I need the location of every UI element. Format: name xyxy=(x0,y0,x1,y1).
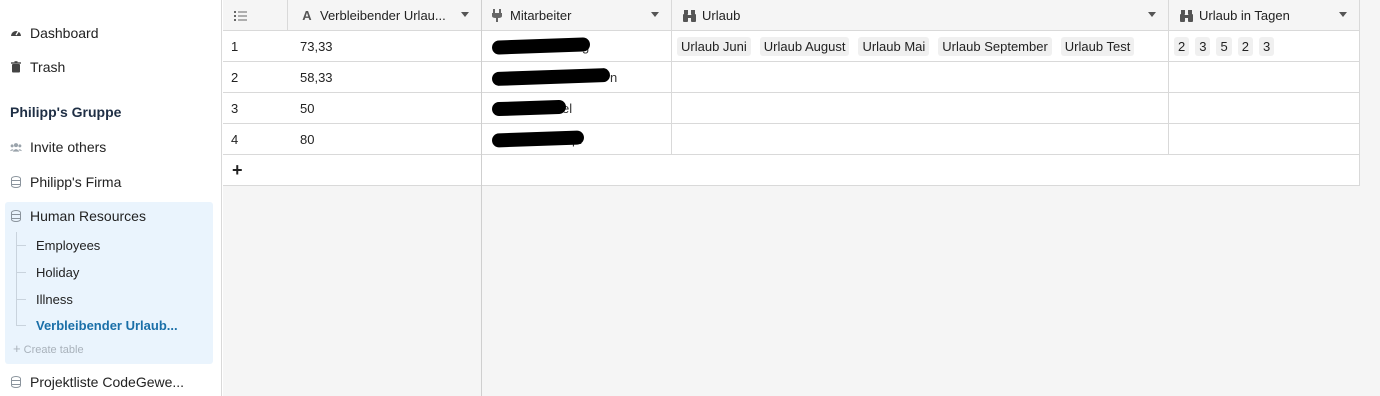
urlaub-cell[interactable]: Urlaub Juni Urlaub August Urlaub Mai Url… xyxy=(672,31,1169,62)
urlaub-tag: Urlaub September xyxy=(938,36,1052,56)
create-table-label: Create table xyxy=(23,344,84,356)
tree-tick xyxy=(16,299,26,300)
sidebar-table-illness[interactable]: Illness xyxy=(36,292,73,307)
tree-line xyxy=(16,232,17,326)
urlaub-days-cell[interactable] xyxy=(1169,93,1360,124)
sidebar-base-label: Projektliste CodeGewe... xyxy=(30,374,185,390)
sidebar-invite-label: Invite others xyxy=(30,139,107,155)
sidebar-base-projektliste[interactable]: Projektliste CodeGewe... xyxy=(10,372,184,392)
urlaub-days-cell[interactable] xyxy=(1169,62,1360,93)
dashboard-icon xyxy=(10,27,22,39)
database-icon xyxy=(10,176,22,188)
remaining-cell[interactable]: 80 xyxy=(288,124,482,155)
row-number-cell[interactable]: 3 xyxy=(223,93,288,124)
frozen-column-divider xyxy=(481,0,482,396)
column-header-label: Mitarbeiter xyxy=(510,8,572,23)
link-icon xyxy=(490,9,504,23)
people-icon xyxy=(10,141,22,153)
trash-icon xyxy=(10,61,22,73)
sidebar-table-verbleibender-urlaub[interactable]: Verbleibender Urlaub... xyxy=(36,318,178,333)
sidebar-base-label: Philipp's Firma xyxy=(30,174,122,190)
employee-cell[interactable]: g xyxy=(482,31,672,62)
row-number: 1 xyxy=(231,38,239,54)
sidebar-base-label: Human Resources xyxy=(30,208,146,224)
chevron-down-icon[interactable] xyxy=(651,12,659,17)
column-header-urlaub-in-tagen[interactable]: Urlaub in Tagen xyxy=(1169,0,1360,31)
add-row-area[interactable] xyxy=(482,155,1360,186)
urlaub-days-cell[interactable] xyxy=(1169,124,1360,155)
tree-tick xyxy=(16,272,26,273)
chevron-down-icon[interactable] xyxy=(461,12,469,17)
remaining-cell[interactable]: 58,33 xyxy=(288,62,482,93)
remaining-cell[interactable]: 73,33 xyxy=(288,31,482,62)
database-icon xyxy=(10,210,22,222)
column-header-label: Urlaub in Tagen xyxy=(1199,8,1290,23)
urlaub-tag: Urlaub August xyxy=(759,36,850,56)
urlaub-days-tag: 2 xyxy=(1237,36,1253,56)
text-icon: A xyxy=(302,8,312,23)
redaction-mark xyxy=(491,130,585,148)
redaction-mark xyxy=(491,67,611,87)
chevron-down-icon[interactable] xyxy=(1339,12,1347,17)
remaining-value: 80 xyxy=(300,131,315,147)
row-number-cell[interactable]: 4 xyxy=(223,124,288,155)
tree-tick xyxy=(16,325,26,326)
urlaub-cell[interactable] xyxy=(672,62,1169,93)
remaining-cell[interactable]: 50 xyxy=(288,93,482,124)
urlaub-tag: Urlaub Juni xyxy=(677,36,751,56)
employee-cell[interactable]: el xyxy=(482,93,672,124)
row-number: 3 xyxy=(231,100,239,116)
binoculars-icon xyxy=(1179,9,1193,23)
plus-icon: + xyxy=(13,341,21,356)
employee-cell[interactable]: n xyxy=(482,62,672,93)
tree-tick xyxy=(16,245,26,246)
add-row-button[interactable]: + xyxy=(223,155,482,186)
redaction-mark xyxy=(491,99,567,117)
sidebar-table-employees[interactable]: Employees xyxy=(36,238,100,253)
employee-name-fragment: n xyxy=(610,70,618,85)
remaining-value: 50 xyxy=(300,100,315,116)
binoculars-icon xyxy=(682,9,696,23)
column-header-verbleibender-urlaub[interactable]: A Verbleibender Urlau... xyxy=(288,0,482,31)
row-number: 2 xyxy=(231,69,239,85)
chevron-down-icon[interactable] xyxy=(1148,12,1156,17)
row-number-cell[interactable]: 1 xyxy=(223,31,288,62)
remaining-value: 58,33 xyxy=(300,69,333,85)
sidebar-dashboard[interactable]: Dashboard xyxy=(10,23,99,43)
sidebar: Dashboard Trash Philipp's Gruppe Invite … xyxy=(0,0,222,396)
column-header-label: Urlaub xyxy=(702,8,741,23)
sidebar-table-holiday[interactable]: Holiday xyxy=(36,265,79,280)
urlaub-days-cell[interactable]: 2 3 5 2 3 xyxy=(1169,31,1360,62)
sidebar-trash[interactable]: Trash xyxy=(10,57,65,77)
sidebar-base-philipps-firma[interactable]: Philipp's Firma xyxy=(10,172,121,192)
header-row-number xyxy=(223,0,288,31)
sidebar-invite-others[interactable]: Invite others xyxy=(10,137,106,157)
remaining-value: 73,33 xyxy=(300,38,333,54)
urlaub-tag: Urlaub Test xyxy=(1060,36,1135,56)
row-number-cell[interactable]: 2 xyxy=(223,62,288,93)
redaction-mark xyxy=(491,37,591,55)
sidebar-trash-label: Trash xyxy=(30,59,66,75)
database-icon xyxy=(10,376,22,388)
column-header-mitarbeiter[interactable]: Mitarbeiter xyxy=(482,0,672,31)
sidebar-dashboard-label: Dashboard xyxy=(30,25,99,41)
sidebar-base-human-resources[interactable]: Human Resources xyxy=(10,206,146,226)
column-header-label: Verbleibender Urlau... xyxy=(320,8,446,23)
urlaub-cell[interactable] xyxy=(672,93,1169,124)
group-title: Philipp's Gruppe xyxy=(10,104,122,120)
urlaub-cell[interactable] xyxy=(672,124,1169,155)
sidebar-base-human-resources-expanded xyxy=(5,202,213,364)
urlaub-tag: Urlaub Mai xyxy=(858,36,930,56)
employee-cell[interactable]: pl xyxy=(482,124,672,155)
urlaub-days-tag: 3 xyxy=(1258,36,1275,56)
urlaub-days-tag: 5 xyxy=(1216,36,1232,56)
row-number-icon xyxy=(233,9,247,23)
create-table-button[interactable]: + Create table xyxy=(13,341,84,356)
urlaub-days-tag: 3 xyxy=(1195,36,1211,56)
column-header-urlaub[interactable]: Urlaub xyxy=(672,0,1169,31)
row-number: 4 xyxy=(231,131,239,147)
urlaub-days-tag: 2 xyxy=(1174,36,1190,56)
plus-icon: + xyxy=(232,159,243,180)
